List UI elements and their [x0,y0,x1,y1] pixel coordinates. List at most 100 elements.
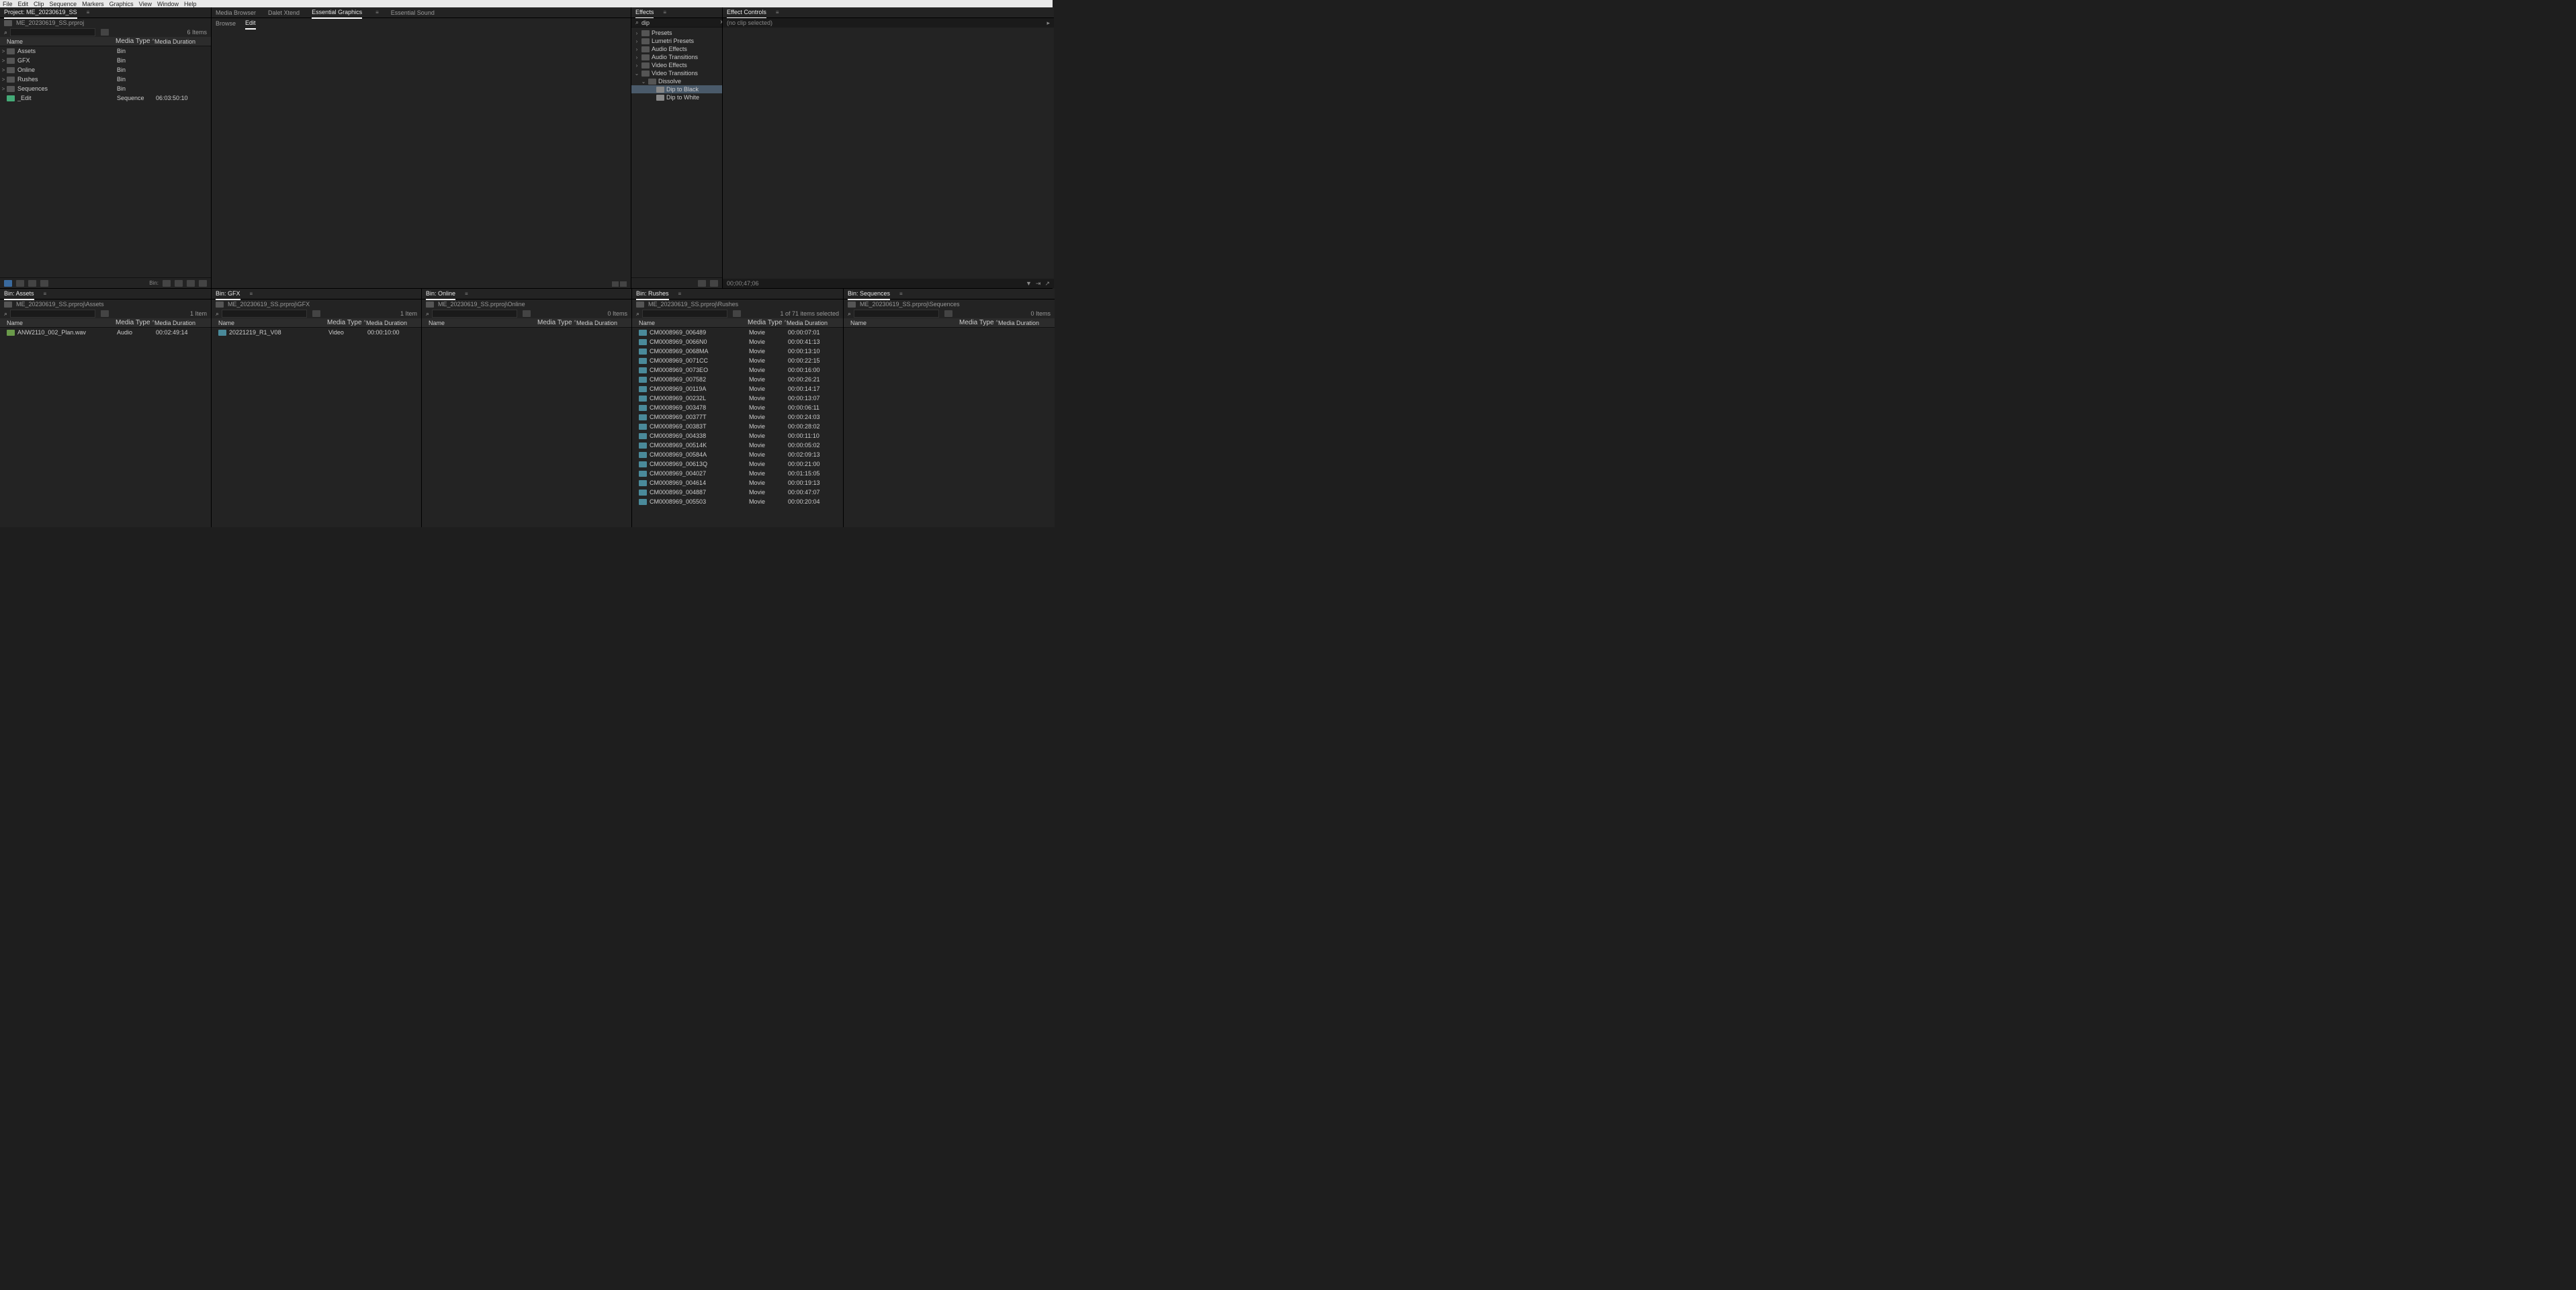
icon-view-icon[interactable] [16,280,24,287]
tab-media-browser[interactable]: Media Browser [216,7,256,18]
new-bin-icon[interactable] [523,310,531,317]
bin-tab[interactable]: Bin: Online [426,289,455,300]
project-row[interactable]: >SequencesBin [0,84,211,93]
bin-search-input[interactable] [642,310,727,318]
export-icon[interactable]: ↗ [1045,280,1050,287]
effects-tree-node[interactable]: ⌄Video Transitions [631,69,722,77]
twisty-icon[interactable]: > [0,77,7,83]
menu-markers[interactable]: Markers [81,1,105,7]
bin-row[interactable]: CM0008969_0073EOMovie00:00:16:00 [632,365,843,375]
bin-row[interactable]: CM0008969_0071CCMovie00:00:22:15 [632,356,843,365]
menubar[interactable]: FileEditClipSequenceMarkersGraphicsViewW… [0,0,1053,7]
bin-row[interactable]: CM0008969_0068MAMovie00:00:13:10 [632,347,843,356]
project-row[interactable]: >RushesBin [0,75,211,84]
view-icon[interactable] [620,281,627,287]
bin-tab[interactable]: Bin: Rushes [636,289,669,300]
effects-tree-node[interactable]: ⌄Dissolve [631,77,722,85]
col-media-type[interactable]: Media Type^ [537,319,576,326]
twisty-icon[interactable]: > [0,58,7,64]
bin-row[interactable]: CM0008969_00584AMovie00:02:09:13 [632,450,843,459]
panel-menu-icon[interactable]: ≡ [465,291,468,297]
menu-graphics[interactable]: Graphics [108,1,135,7]
bin-row[interactable]: CM0008969_005503Movie00:00:20:04 [632,497,843,506]
project-row[interactable]: >OnlineBin [0,65,211,75]
col-media-type[interactable]: Media Type^ [748,319,787,326]
effect-controls-tab[interactable]: Effect Controls [727,7,766,19]
col-name[interactable]: Name [212,320,327,326]
menu-clip[interactable]: Clip [32,1,46,7]
bin-search-input[interactable] [10,310,95,318]
bin-row[interactable]: CM0008969_004027Movie00:01:15:05 [632,469,843,478]
project-row[interactable]: >GFXBin [0,56,211,65]
new-bin-icon[interactable] [698,280,706,287]
panel-menu-icon[interactable]: ≡ [663,9,666,15]
twisty-icon[interactable]: > [0,48,7,54]
view-icon[interactable] [612,281,619,287]
twisty-icon[interactable]: › [634,30,639,36]
effects-tree-node[interactable]: Dip to White [631,93,722,101]
tab-dalet-xtend[interactable]: Dalet Xtend [268,7,300,18]
project-search-input[interactable] [10,28,95,36]
new-bin-icon[interactable] [312,310,320,317]
twisty-icon[interactable]: › [634,62,639,68]
bin-row[interactable]: CM0008969_003478Movie00:00:06:11 [632,403,843,412]
new-bin-icon[interactable] [101,29,109,36]
menu-window[interactable]: Window [156,1,180,7]
effects-tab[interactable]: Effects [635,7,654,19]
new-bin-icon[interactable] [733,310,741,317]
new-bin-icon[interactable] [101,310,109,317]
effects-tree-node[interactable]: Dip to Black [631,85,722,93]
twisty-icon[interactable]: > [0,67,7,73]
menu-help[interactable]: Help [183,1,198,7]
bin-search-input[interactable] [854,310,939,318]
col-media-type[interactable]: Media Type^ [116,319,154,326]
bin-row[interactable]: CM0008969_006489Movie00:00:07:01 [632,328,843,337]
panel-menu-icon[interactable]: ≡ [44,291,47,297]
menu-file[interactable]: File [1,1,14,7]
new-bin-icon[interactable] [175,280,183,287]
effects-tree-node[interactable]: ›Presets [631,29,722,37]
panel-menu-icon[interactable]: ≡ [776,9,779,15]
subtab-browse[interactable]: Browse [216,18,236,29]
tab-essential-sound[interactable]: Essential Sound [391,7,435,18]
new-item-icon[interactable] [187,280,195,287]
panel-menu-icon[interactable]: ≡ [678,291,682,297]
col-name[interactable]: Name [844,320,959,326]
col-media-duration[interactable]: Media Duration [998,320,1055,326]
bin-row[interactable]: CM0008969_004338Movie00:00:11:10 [632,431,843,441]
col-media-type[interactable]: Media Type^ [116,38,154,45]
tab-essential-graphics[interactable]: Essential Graphics [312,7,362,19]
list-view-icon[interactable] [4,280,12,287]
project-row[interactable]: >AssetsBin [0,46,211,56]
twisty-icon[interactable]: ⌄ [641,79,646,85]
bin-search-input[interactable] [222,310,307,318]
col-name[interactable]: Name [0,320,116,326]
col-media-duration[interactable]: Media Duration [787,320,843,326]
bin-row[interactable]: ANW2110_002_Plan.wavAudio00:02:49:14 [0,328,211,337]
panel-menu-icon[interactable]: ≡ [899,291,903,297]
menu-view[interactable]: View [138,1,153,7]
bin-tab[interactable]: Bin: Sequences [848,289,890,300]
search-icon[interactable] [163,280,171,287]
zoom-slider[interactable] [40,280,48,287]
col-media-type[interactable]: Media Type^ [959,319,998,326]
panel-menu-icon[interactable]: ≡ [375,9,379,15]
menu-edit[interactable]: Edit [17,1,30,7]
effects-tree-node[interactable]: ›Audio Transitions [631,53,722,61]
bin-row[interactable]: CM0008969_00119AMovie00:00:14:17 [632,384,843,394]
twisty-icon[interactable]: ⌄ [634,71,639,77]
bin-row[interactable]: CM0008969_004614Movie00:00:19:13 [632,478,843,488]
bin-tab[interactable]: Bin: Assets [4,289,34,300]
bin-search-input[interactable] [432,310,517,318]
col-media-duration[interactable]: Media Duration [366,320,421,326]
effects-search-input[interactable] [641,19,720,26]
col-media-duration[interactable]: Media Duration [576,320,631,326]
bin-row[interactable]: CM0008969_00377TMovie00:00:24:03 [632,412,843,422]
filter-icon[interactable]: ▼ [1026,280,1032,287]
bin-row[interactable]: CM0008969_00514KMovie00:00:05:02 [632,441,843,450]
col-media-type[interactable]: Media Type^ [327,319,366,326]
effects-tree-node[interactable]: ›Audio Effects [631,45,722,53]
col-name[interactable]: Name [0,38,116,45]
delete-icon[interactable] [710,280,718,287]
col-name[interactable]: Name [422,320,537,326]
